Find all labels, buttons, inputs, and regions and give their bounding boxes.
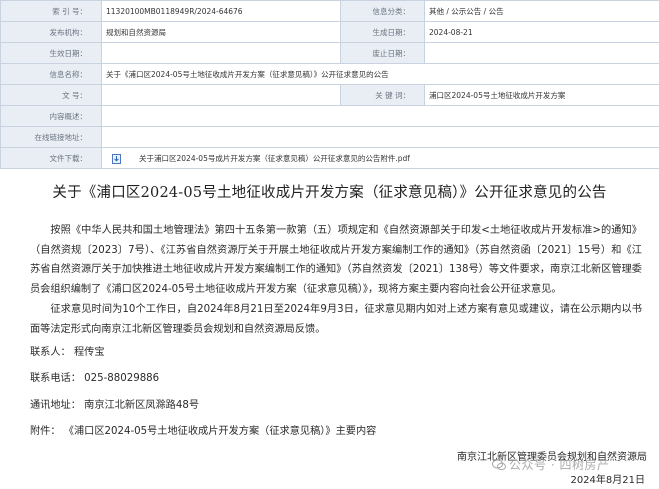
info-row-index: 索 引 号： 11320100MB0118949R/2024-64676 信息分… <box>0 0 659 22</box>
effective-date-label: 生效日期： <box>0 42 102 64</box>
category-value: 其他 / 公示公告 / 公告 <box>424 0 659 22</box>
publisher-label: 发布机构： <box>0 21 102 43</box>
doc-number-label: 文 号： <box>0 84 102 106</box>
online-link-value[interactable] <box>101 126 659 148</box>
expiry-date-value <box>424 42 659 64</box>
info-row-effective: 生效日期： 废止日期： <box>0 42 659 64</box>
keyword-value: 浦口区2024-05号土地征收成片开发方案 <box>424 84 659 106</box>
contact-address: 通讯地址： 南京江北新区凤滁路48号 <box>30 400 200 411</box>
watermark-text: 公众号 · 四树房产 <box>509 458 610 472</box>
info-row-content: 内容概述： <box>0 105 659 127</box>
content-summary-value <box>101 105 659 127</box>
content-summary-label: 内容概述： <box>0 105 102 127</box>
created-date-label: 生成日期： <box>340 21 425 43</box>
file-download-link[interactable]: 关于浦口区2024-05号成片开发方案（征求意见稿）公开征求意见的公告附件.pd… <box>139 154 410 163</box>
keyword-label: 关 键 词： <box>340 84 425 106</box>
index-value: 11320100MB0118949R/2024-64676 <box>101 0 341 22</box>
info-table: 索 引 号： 11320100MB0118949R/2024-64676 信息分… <box>0 0 659 169</box>
info-row-download: 文件下载： 关于浦口区2024-05号成片开发方案（征求意见稿）公开征求意见的公… <box>0 147 659 169</box>
doc-number-value <box>101 84 341 106</box>
info-row-docnum: 文 号： 关 键 词： 浦口区2024-05号土地征收成片开发方案 <box>0 84 659 106</box>
info-row-name: 信息名称： 关于《浦口区2024-05号土地征收成片开发方案（征求意见稿）》公开… <box>0 63 659 85</box>
category-label: 信息分类： <box>340 0 425 22</box>
watermark: 公众号 · 四树房产 <box>492 456 609 473</box>
file-download-cell: 关于浦口区2024-05号成片开发方案（征求意见稿）公开征求意见的公告附件.pd… <box>101 147 659 169</box>
index-label: 索 引 号： <box>0 0 102 22</box>
article-paragraph-2: 征求意见时间为10个工作日，自2024年8月21日至2024年9月3日，征求意见… <box>30 304 642 335</box>
article-paragraph-1: 按照《中华人民共和国土地管理法》第四十五条第一款第（五）项规定和《自然资源部关于… <box>30 225 642 295</box>
info-name-value: 关于《浦口区2024-05号土地征收成片开发方案（征求意见稿）》公开征求意见的公… <box>101 63 659 85</box>
info-row-online: 在线链接地址： <box>0 126 659 148</box>
article-title: 关于《浦口区2024-05号土地征收成片开发方案（征求意见稿）》公开征求意见的公… <box>52 185 607 201</box>
file-download-label: 文件下载： <box>0 147 102 169</box>
publisher-value: 规划和自然资源局 <box>101 21 341 43</box>
expiry-date-label: 废止日期： <box>340 42 425 64</box>
publish-date: 2024年8月21日 <box>570 475 645 486</box>
contact-phone: 联系电话： 025-88029886 <box>30 373 160 384</box>
created-date-value: 2024-08-21 <box>424 21 659 43</box>
online-link-label: 在线链接地址： <box>0 126 102 148</box>
attachment-line: 附件： 《浦口区2024-05号土地征收成片开发方案（征求意见稿）》主要内容 <box>30 426 377 437</box>
info-name-label: 信息名称： <box>0 63 102 85</box>
contact-person: 联系人： 程传宝 <box>30 347 105 358</box>
info-row-publisher: 发布机构： 规划和自然资源局 生成日期： 2024-08-21 <box>0 21 659 43</box>
wechat-icon <box>492 459 506 471</box>
download-icon[interactable] <box>112 153 121 164</box>
effective-date-value <box>101 42 341 64</box>
